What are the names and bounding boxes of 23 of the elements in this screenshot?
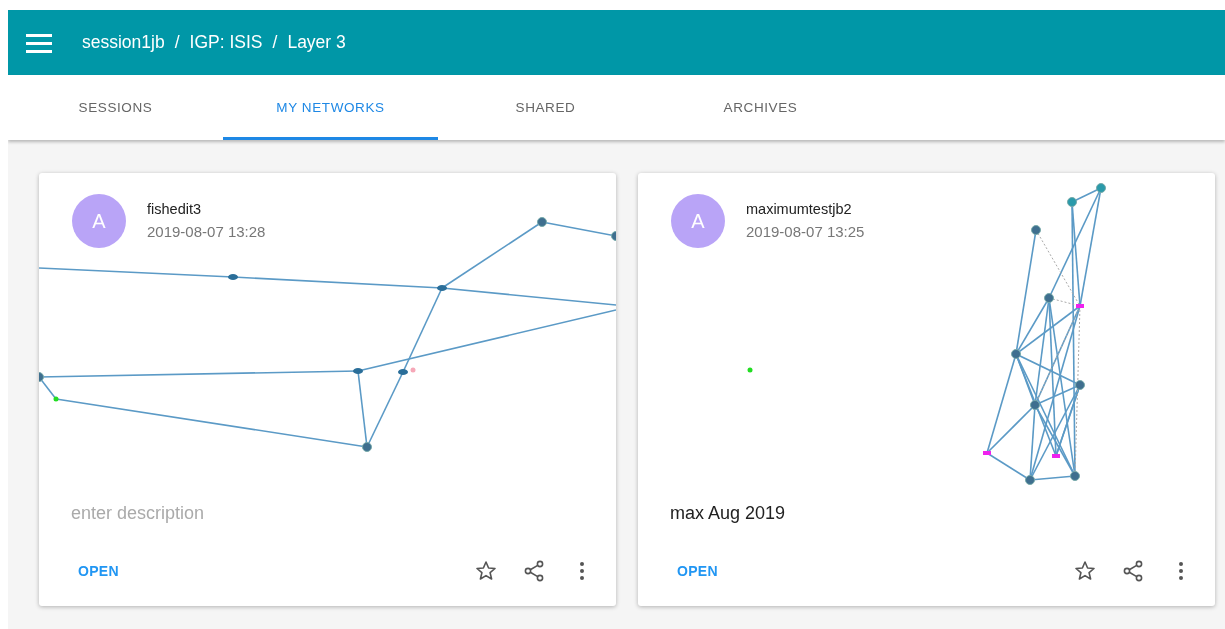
- description-field[interactable]: max Aug 2019: [670, 503, 970, 524]
- breadcrumb-separator: /: [174, 32, 180, 53]
- avatar: A: [671, 194, 725, 248]
- star-icon[interactable]: [474, 559, 498, 583]
- tab[interactable]: ARCHIVES: [653, 75, 868, 140]
- share-icon[interactable]: [1121, 559, 1145, 583]
- open-button[interactable]: OPEN: [668, 557, 727, 585]
- network-date: 2019-08-07 13:25: [746, 223, 865, 240]
- tab[interactable]: SESSIONS: [8, 75, 223, 140]
- breadcrumb-item[interactable]: session1jb: [82, 32, 165, 53]
- menu-icon[interactable]: [26, 32, 52, 53]
- avatar: A: [72, 194, 126, 248]
- network-title: maximumtestjb2: [746, 201, 852, 217]
- share-icon[interactable]: [522, 559, 546, 583]
- open-button[interactable]: OPEN: [69, 557, 128, 585]
- breadcrumb-item[interactable]: IGP: ISIS: [189, 32, 263, 53]
- star-icon[interactable]: [1073, 559, 1097, 583]
- description-field[interactable]: enter description: [71, 503, 371, 524]
- network-date: 2019-08-07 13:28: [147, 223, 266, 240]
- breadcrumb-item[interactable]: Layer 3: [287, 32, 346, 53]
- tab[interactable]: SHARED: [438, 75, 653, 140]
- network-title: fishedit3: [147, 201, 201, 217]
- breadcrumb-separator: /: [272, 32, 278, 53]
